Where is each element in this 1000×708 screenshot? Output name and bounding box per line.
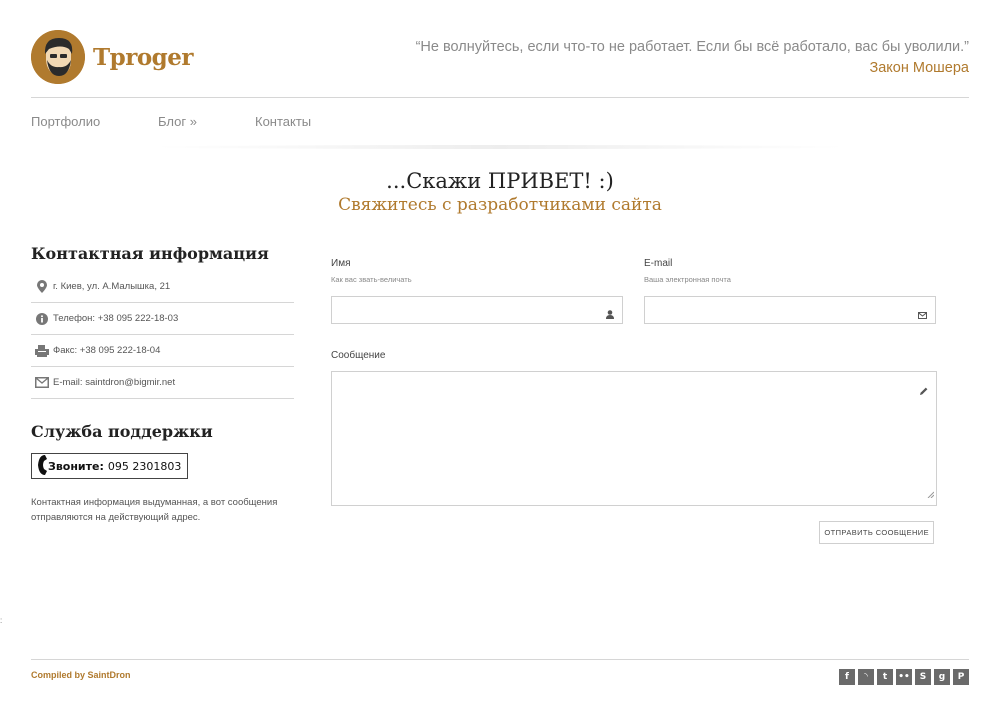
header-quote: “Не волнуйтесь, если что-то не работает.… [416,37,969,79]
contact-email-text: E-mail: saintdron@bigmir.net [53,377,176,388]
logo-avatar-icon [31,30,85,84]
quote-author: Закон Мошера [869,60,969,76]
contact-phone-text: Телефон: +38 095 222-18-03 [53,313,179,324]
envelope-icon [918,306,927,324]
support-note: Контактная информация выдуманная, а вот … [31,496,278,523]
page-title: ...Скажи ПРИВЕТ! :) [386,169,614,193]
brand-name: Tproger [93,43,194,71]
name-field-group: Имя Как вас звать-величать [331,258,623,324]
rss-icon[interactable]: ◝ [858,669,874,685]
pencil-icon [920,382,928,400]
main-nav: Портфолио Блог » Контакты [31,114,311,129]
google-plus-icon[interactable]: g [934,669,950,685]
call-label: Звоните: [48,459,104,473]
user-icon [606,306,614,324]
email-label: E-mail [644,258,673,269]
skype-icon[interactable]: S [915,669,931,685]
email-input-wrap [644,296,936,324]
nav-shadow-divider [150,145,850,149]
call-number: 095 2301803 [107,459,182,473]
twitter-icon[interactable]: t [877,669,893,685]
contact-sidebar: Контактная информация г. Киев, ул. А.Мал… [31,244,294,525]
side-mark: : [0,616,3,625]
resize-grip-icon[interactable] [927,485,935,503]
flickr-icon[interactable]: •• [896,669,912,685]
page-hero: ...Скажи ПРИВЕТ! :) Свяжитесь с разработ… [0,168,1000,216]
social-links: f ◝ t •• S g P [839,669,969,685]
name-hint: Как вас звать-величать [331,275,412,284]
contact-fax-text: Факс: +38 095 222-18-04 [53,345,161,356]
header-divider [31,97,969,98]
call-badge[interactable]: Звоните: 095 2301803 [31,453,189,479]
name-input-wrap [331,296,623,324]
message-label: Сообщение [331,350,386,361]
fax-icon [31,344,53,357]
quote-text: “Не волнуйтесь, если что-то не работает.… [415,39,969,55]
contact-fax: Факс: +38 095 222-18-04 [31,335,294,367]
message-textarea-wrap [331,371,937,506]
email-hint: Ваша электронная почта [644,275,731,284]
info-icon [31,312,53,325]
footer-credits: Compiled by SaintDron [31,670,131,680]
name-input[interactable] [332,297,622,323]
contact-address-text: г. Киев, ул. А.Малышка, 21 [53,281,171,292]
contact-list: г. Киев, ул. А.Малышка, 21 Телефон: +38 … [31,271,294,399]
facebook-icon[interactable]: f [839,669,855,685]
nav-item-contacts[interactable]: Контакты [255,114,311,129]
phone-handset-icon [36,454,48,479]
send-message-button[interactable]: ОТПРАВИТЬ СООБЩЕНИЕ [819,521,934,544]
pinterest-icon[interactable]: P [953,669,969,685]
contact-info-title: Контактная информация [31,244,269,263]
support-title: Служба поддержки [31,422,213,441]
name-label: Имя [331,258,351,269]
page-subtitle: Свяжитесь с разработчиками сайта [338,195,662,215]
nav-item-blog[interactable]: Блог » [158,114,255,129]
envelope-icon [31,377,53,388]
nav-item-portfolio[interactable]: Портфолио [31,114,158,129]
contact-phone: Телефон: +38 095 222-18-03 [31,303,294,335]
email-input[interactable] [645,297,935,323]
contact-email: E-mail: saintdron@bigmir.net [31,367,294,399]
email-field-group: E-mail Ваша электронная почта [644,258,936,324]
site-logo[interactable]: Tproger [31,30,194,84]
footer-divider [31,659,969,660]
message-textarea[interactable] [332,372,936,505]
map-pin-icon [31,280,53,293]
contact-address: г. Киев, ул. А.Малышка, 21 [31,271,294,303]
